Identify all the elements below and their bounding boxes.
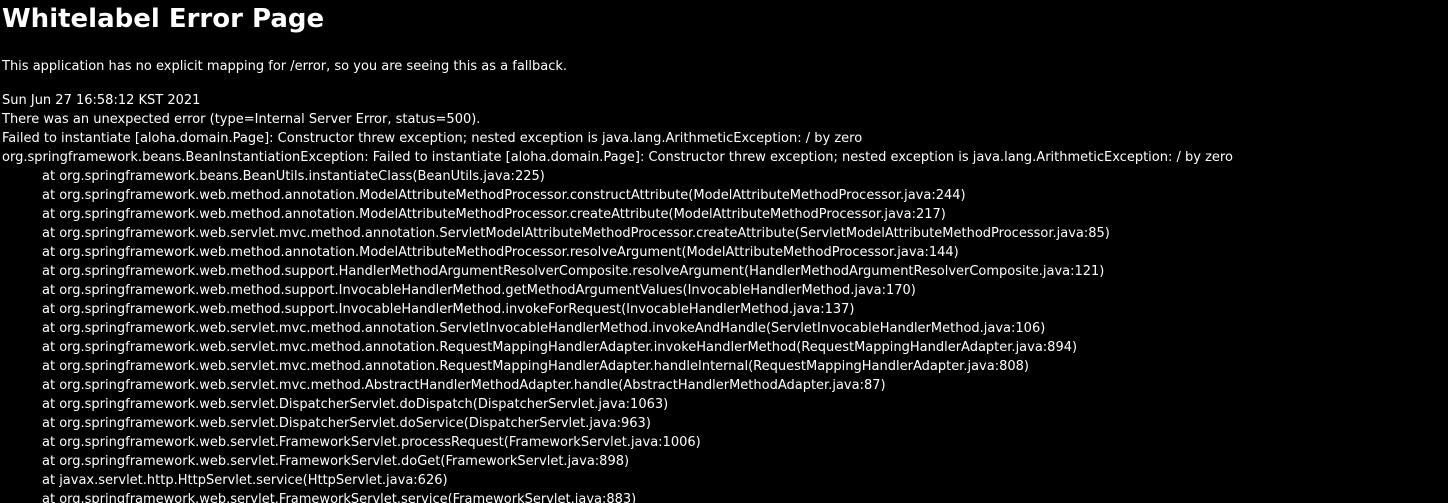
stack-frame: at javax.servlet.http.HttpServlet.servic… xyxy=(42,473,448,488)
stack-trace: at org.springframework.beans.BeanUtils.i… xyxy=(2,167,1233,503)
stack-frame: at org.springframework.web.servlet.mvc.m… xyxy=(42,378,886,393)
stack-frame: at org.springframework.web.servlet.Frame… xyxy=(42,435,701,450)
stack-frame: at org.springframework.web.servlet.Dispa… xyxy=(42,397,669,412)
stack-frame: at org.springframework.web.servlet.mvc.m… xyxy=(42,359,1029,374)
error-message: Failed to instantiate [aloha.domain.Page… xyxy=(2,131,863,146)
error-summary: There was an unexpected error (type=Inte… xyxy=(2,112,481,127)
error-timestamp: Sun Jun 27 16:58:12 KST 2021 xyxy=(2,93,201,108)
stack-frame: at org.springframework.web.method.suppor… xyxy=(42,264,1105,279)
stack-frame: at org.springframework.web.servlet.Frame… xyxy=(42,454,630,469)
stack-frame: at org.springframework.web.servlet.Dispa… xyxy=(42,416,651,431)
stack-frame: at org.springframework.web.method.annota… xyxy=(42,207,946,222)
stack-frame: at org.springframework.web.method.annota… xyxy=(42,188,966,203)
exception-line: org.springframework.beans.BeanInstantiat… xyxy=(2,150,1233,165)
stack-frame: at org.springframework.beans.BeanUtils.i… xyxy=(42,169,545,184)
stack-frame: at org.springframework.web.servlet.Frame… xyxy=(42,492,637,503)
error-explanation: This application has no explicit mapping… xyxy=(2,59,568,74)
stack-frame: at org.springframework.web.servlet.mvc.m… xyxy=(42,321,1046,336)
stack-frame: at org.springframework.web.method.annota… xyxy=(42,245,959,260)
error-details: Sun Jun 27 16:58:12 KST 2021 There was a… xyxy=(2,91,1233,503)
stack-frame: at org.springframework.web.servlet.mvc.m… xyxy=(42,340,1078,355)
page-title: Whitelabel Error Page xyxy=(2,4,325,34)
stack-frame: at org.springframework.web.servlet.mvc.m… xyxy=(42,226,1110,241)
stack-frame: at org.springframework.web.method.suppor… xyxy=(42,302,855,317)
stack-frame: at org.springframework.web.method.suppor… xyxy=(42,283,916,298)
